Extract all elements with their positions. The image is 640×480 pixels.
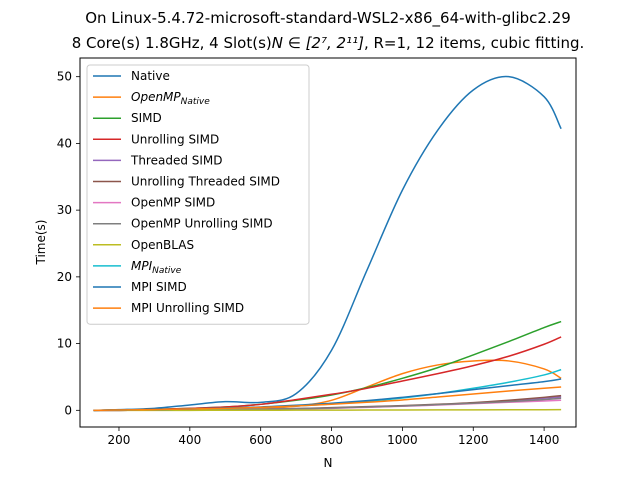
legend-label: Unrolling Threaded SIMD [131,175,280,189]
y-tick-label: 40 [57,136,72,150]
x-ticks: 200 400 600 800 1000 1200 1400 [108,427,560,447]
legend-label: MPI SIMD [131,280,187,294]
chart-title-line2-suffix: , R=1, 12 items, cubic fitting. [364,34,584,52]
legend-label: Native [131,69,170,83]
legend-label: OpenMP Unrolling SIMD [131,217,273,231]
y-tick-label: 10 [57,337,72,351]
x-tick-label: 600 [249,433,272,447]
x-tick-label: 800 [320,433,343,447]
x-tick-label: 1200 [458,433,489,447]
x-axis-label: N [324,456,333,470]
y-ticks: 0 10 20 30 40 50 [57,70,80,417]
chart-title-line2-math: N ∈ [2⁷, 2¹¹] [272,34,364,52]
y-tick-label: 0 [64,403,72,417]
y-tick-label: 20 [57,270,72,284]
legend-label: Threaded SIMD [130,153,223,167]
chart-title-line1: On Linux-5.4.72-microsoft-standard-WSL2-… [85,9,571,28]
y-axis-label: Time(s) [34,220,48,266]
y-tick-label: 30 [57,203,72,217]
y-tick-label: 50 [57,70,72,84]
series-line-12 [93,386,562,412]
legend: NativeOpenMPNativeSIMDUnrolling SIMDThre… [86,64,310,325]
chart-title-line2-prefix: 8 Core(s) 1.8GHz, 4 Slot(s) [72,34,272,52]
x-tick-label: 1400 [529,433,560,447]
legend-label: OpenBLAS [131,238,194,252]
legend-label: MPI Unrolling SIMD [131,301,244,315]
x-tick-label: 200 [108,433,131,447]
x-tick-label: 1000 [387,433,418,447]
legend-label: SIMD [131,111,162,125]
series-line-3 [93,320,562,412]
legend-label: OpenMP SIMD [131,196,215,210]
legend-label: Unrolling SIMD [131,132,219,146]
chart: On Linux-5.4.72-microsoft-standard-WSL2-… [34,9,585,470]
x-tick-label: 400 [178,433,201,447]
chart-title-line2: 8 Core(s) 1.8GHz, 4 Slot(s)N ∈ [2⁷, 2¹¹]… [72,34,585,52]
